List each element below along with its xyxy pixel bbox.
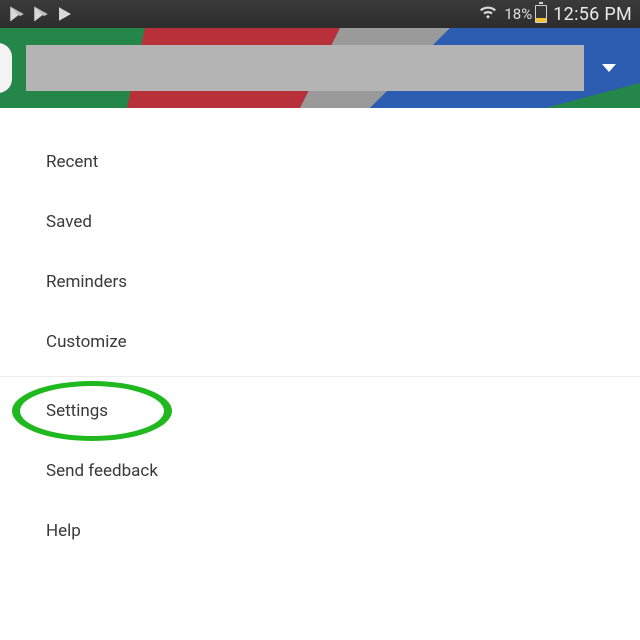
account-dropdown-icon[interactable] (602, 64, 616, 72)
battery-indicator: 18% (504, 5, 547, 23)
play-store-icon (8, 5, 26, 23)
menu-item-help[interactable]: Help (0, 501, 640, 561)
play-store-icon-2 (32, 5, 50, 23)
status-right: 18% 12:56 PM (478, 4, 632, 25)
menu-item-customize[interactable]: Customize (0, 312, 640, 372)
menu-item-send-feedback[interactable]: Send feedback (0, 441, 640, 501)
menu-item-saved[interactable]: Saved (0, 192, 640, 252)
status-bar: 18% 12:56 PM (0, 0, 640, 28)
status-left (8, 5, 74, 23)
app-header (0, 28, 640, 108)
avatar[interactable] (0, 43, 12, 93)
battery-percentage: 18% (504, 5, 532, 23)
play-triangle-icon (56, 5, 74, 23)
wifi-icon (478, 4, 498, 24)
menu-item-settings[interactable]: Settings (0, 381, 640, 441)
clock: 12:56 PM (553, 4, 632, 25)
battery-icon (535, 5, 547, 23)
menu-item-reminders[interactable]: Reminders (0, 252, 640, 312)
search-input[interactable] (26, 45, 584, 91)
menu-item-recent[interactable]: Recent (0, 132, 640, 192)
menu-divider (0, 376, 640, 377)
navigation-menu: RecentSavedRemindersCustomize SettingsSen… (0, 108, 640, 561)
